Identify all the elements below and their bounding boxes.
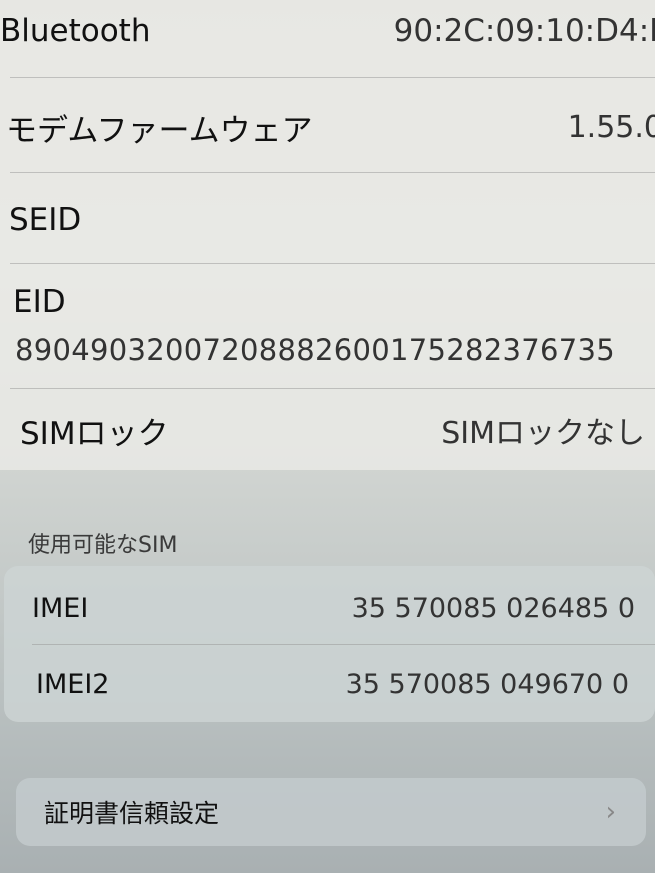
cert-row-content: 証明書信頼設定 › <box>16 788 646 836</box>
divider <box>10 172 655 173</box>
row-label: IMEI <box>32 592 89 624</box>
section-header: 使用可能なSIM <box>28 533 178 558</box>
sim-section-header: 使用可能なSIM <box>0 528 655 558</box>
certificate-trust-settings-row[interactable]: 証明書信頼設定 › <box>16 778 646 846</box>
imei2-row: IMEI2 35 570085 049670 0 <box>4 662 655 706</box>
row-value: 90:2C:09:10:D4:F <box>393 12 655 49</box>
eid-value: 89049032007208882600175282376735 <box>15 333 616 367</box>
row-value: 35 570085 026485 0 <box>351 592 635 624</box>
sim-group: IMEI 35 570085 026485 0 IMEI2 35 570085 … <box>4 566 655 722</box>
eid-label-row: EID <box>0 282 655 322</box>
modem-firmware-row: モデムファームウェア 1.55.0 <box>0 102 655 152</box>
row-label: 証明書信頼設定 <box>44 799 220 828</box>
row-label: モデムファームウェア <box>6 112 313 149</box>
row-value: 35 570085 049670 0 <box>345 668 629 700</box>
row-label: SEID <box>9 202 82 238</box>
divider <box>10 77 655 78</box>
chevron-right-icon: › <box>605 797 616 827</box>
divider <box>10 263 655 264</box>
about-group: Bluetooth 90:2C:09:10:D4:F モデムファームウェア 1.… <box>0 0 655 470</box>
bluetooth-row: Bluetooth 90:2C:09:10:D4:F <box>0 8 655 53</box>
seid-row[interactable]: SEID <box>0 195 655 245</box>
row-value: 1.55.0 <box>567 109 655 145</box>
divider <box>32 644 655 645</box>
row-label: SIMロック <box>20 415 169 452</box>
eid-value-row: 89049032007208882600175282376735 <box>0 330 655 370</box>
sim-lock-row: SIMロック SIMロックなし <box>0 405 655 455</box>
row-label: Bluetooth <box>0 12 151 49</box>
row-label: EID <box>13 284 66 320</box>
divider <box>10 388 655 389</box>
row-label: IMEI2 <box>36 668 110 700</box>
imei-row: IMEI 35 570085 026485 0 <box>4 586 655 630</box>
row-value: SIMロックなし <box>441 416 645 451</box>
